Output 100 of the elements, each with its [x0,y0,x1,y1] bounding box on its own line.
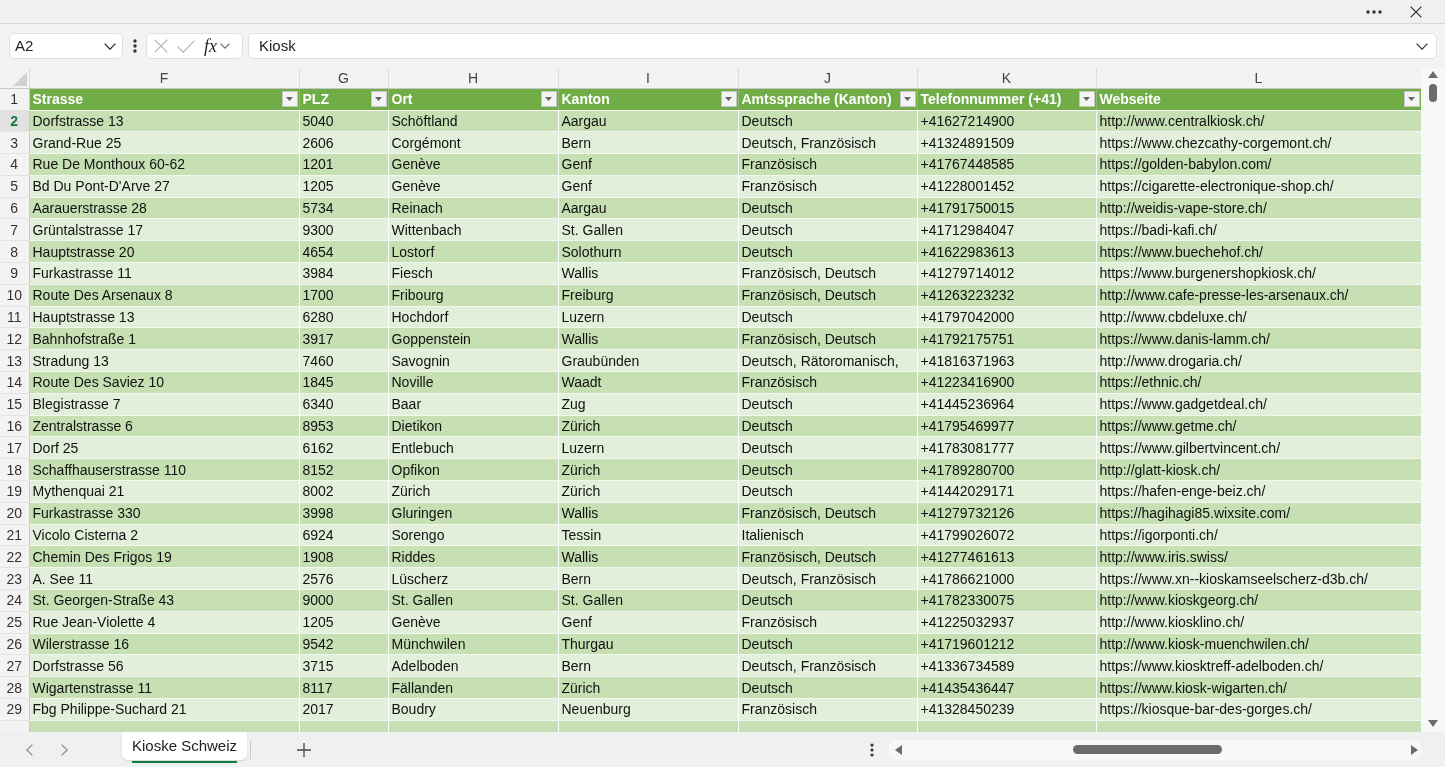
row-number[interactable]: 26 [0,633,29,655]
row-number[interactable]: 5 [0,175,29,198]
scroll-right-icon[interactable] [1411,744,1418,755]
row-number[interactable]: 13 [0,349,29,372]
row-number[interactable]: 28 [0,676,29,699]
row-number[interactable]: 21 [0,524,29,546]
table-cell: A. See 11 [29,567,299,590]
more-icon[interactable] [870,742,874,757]
scroll-up-icon[interactable] [1428,71,1438,78]
table-cell: Luzern [558,436,738,459]
column-title: Webseite [1099,92,1161,106]
table-cell: Fbg Philippe-Suchard 21 [29,698,299,721]
table-cell: Tessin [558,524,738,546]
row-number[interactable]: 4 [0,153,29,176]
table-cell: https://www.kiosktreff-adelboden.ch/ [1096,654,1421,677]
row-number[interactable]: 27 [0,654,29,677]
table-cell: St. Gallen [558,589,738,612]
table-cell: Französisch, Deutsch [738,284,917,307]
column-letter[interactable]: I [558,68,738,88]
horizontal-scrollbar[interactable] [888,739,1422,760]
table-cell: +41328450239 [917,698,1096,721]
scrollbar-thumb[interactable] [1073,745,1222,754]
column-letter[interactable]: G [299,68,388,88]
row-number[interactable]: 17 [0,436,29,459]
row-number[interactable]: 15 [0,393,29,416]
filter-button[interactable] [1078,91,1095,107]
filter-button[interactable] [899,91,916,107]
row-number[interactable]: 14 [0,371,29,394]
table-cell: Corgémont [388,131,558,154]
column-letter[interactable]: H [388,68,558,88]
table-cell: +41324891509 [917,131,1096,154]
chevron-right-icon[interactable] [61,743,68,756]
column-letter[interactable]: L [1096,68,1421,88]
table-cell: Wilerstrasse 16 [29,633,299,655]
more-options-icon[interactable] [1366,9,1382,14]
chevron-left-icon[interactable] [26,743,33,756]
filter-button[interactable] [1403,91,1420,107]
filter-button[interactable] [370,91,387,107]
table-cell: http://weidis-vape-store.ch/ [1096,197,1421,219]
table-cell: Furkastrasse 11 [29,262,299,285]
column-letter[interactable]: K [917,68,1096,88]
row-number[interactable]: 18 [0,458,29,481]
plus-icon[interactable] [297,742,312,757]
column-letter[interactable]: J [738,68,917,88]
table-cell: https://www.buechehof.ch/ [1096,240,1421,263]
column-title: Strasse [32,92,84,106]
table-cell: Zürich [558,415,738,437]
row-number[interactable]: 23 [0,567,29,590]
row-number[interactable]: 12 [0,327,29,350]
table-cell: Schaffhauserstrasse 110 [29,458,299,481]
row-number[interactable]: 22 [0,545,29,568]
chevron-down-icon[interactable] [220,43,230,49]
table-cell: Dorfstrasse 13 [29,110,299,132]
row-number[interactable]: 9 [0,262,29,285]
row-number[interactable]: 3 [0,131,29,154]
filter-button[interactable] [281,91,298,107]
table-cell: Französisch, Deutsch [738,327,917,350]
table-cell: https://www.kiosk-wigarten.ch/ [1096,676,1421,699]
table-cell: http://www.kiosk-muenchwilen.ch/ [1096,633,1421,655]
sheet-tab[interactable]: Kioske Schweiz [122,732,248,760]
row-number[interactable]: 16 [0,415,29,437]
scrollbar-thumb[interactable] [1429,84,1437,102]
close-icon[interactable] [1410,5,1422,18]
chevron-down-icon[interactable] [1416,42,1428,50]
table-cell: Deutsch [738,480,917,503]
filter-button[interactable] [540,91,557,107]
table-cell: Goppenstein [388,327,558,350]
scroll-left-icon[interactable] [895,744,902,755]
row-number[interactable]: 25 [0,611,29,634]
table-cell: Lüscherz [388,567,558,590]
row-number[interactable]: 1 [0,88,29,110]
row-number[interactable]: 29 [0,698,29,721]
table-cell: https://www.getme.ch/ [1096,415,1421,437]
table-cell: +41622983613 [917,240,1096,263]
name-box[interactable]: A2 [9,33,123,59]
column-letter[interactable]: F [29,68,299,88]
row-number[interactable]: 10 [0,284,29,307]
table-cell: https://ethnic.ch/ [1096,371,1421,394]
row-number[interactable]: 19 [0,480,29,503]
table-cell: http://www.drogaria.ch/ [1096,349,1421,372]
table-cell: Chemin Des Frigos 19 [29,545,299,568]
row-number[interactable]: 6 [0,197,29,219]
row-number[interactable]: 7 [0,219,29,241]
row-number[interactable]: 24 [0,589,29,612]
table-cell: Noville [388,371,558,394]
caret-down-icon [725,97,732,101]
row-number[interactable]: 2 [0,110,29,132]
table-cell: Luzern [558,306,738,328]
table-cell: +41799026072 [917,524,1096,546]
filter-button[interactable] [720,91,737,107]
row-number[interactable]: 8 [0,240,29,263]
scroll-down-icon[interactable] [1428,720,1438,727]
more-icon[interactable] [133,39,137,53]
table-cell: Zentralstrasse 6 [29,415,299,437]
insert-function-button[interactable]: fx [204,37,217,55]
table-cell: Dietikon [388,415,558,437]
table-cell: Genève [388,175,558,198]
row-number[interactable]: 20 [0,502,29,525]
formula-field[interactable]: Kiosk [248,33,1437,59]
row-number[interactable]: 11 [0,306,29,328]
